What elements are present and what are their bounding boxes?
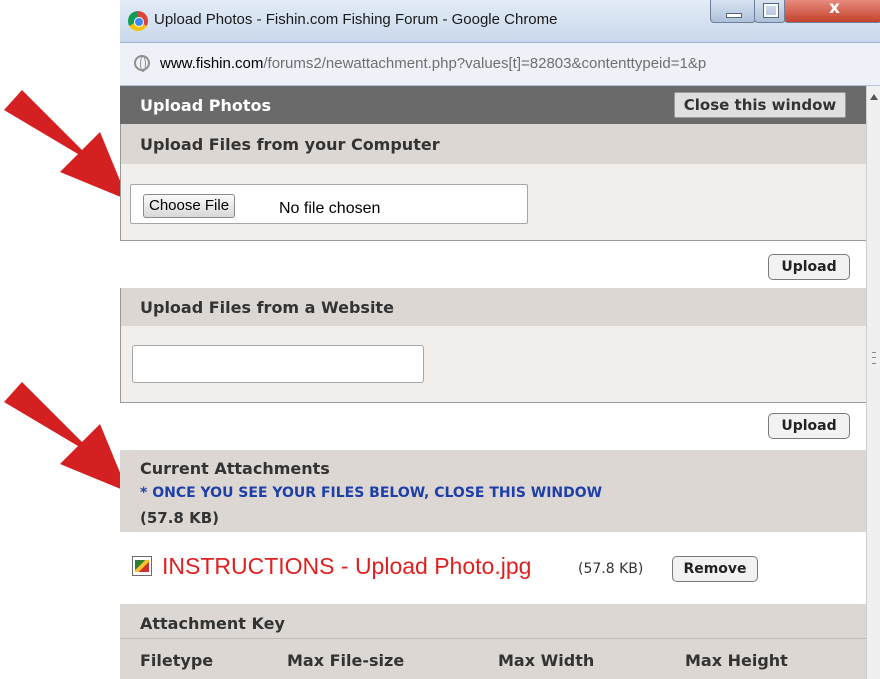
dialog-title: Upload Photos [140, 96, 272, 115]
vertical-scrollbar[interactable] [866, 86, 880, 679]
browser-window: Upload Photos - Fishin.com Fishing Forum… [120, 0, 880, 679]
dialog-header: Upload Photos Close this window [120, 86, 866, 124]
website-url-input[interactable] [132, 345, 424, 383]
section-frame [120, 288, 121, 402]
url-text[interactable]: www.fishin.com/forums2/newattachment.php… [160, 55, 706, 72]
computer-section-header: Upload Files from your Computer [120, 124, 866, 164]
remove-attachment-button[interactable]: Remove [672, 556, 758, 582]
scroll-up-arrow-icon[interactable] [870, 94, 878, 100]
globe-icon [134, 55, 150, 72]
red-arrow-icon [4, 382, 128, 492]
attachments-title: Current Attachments [140, 459, 330, 478]
website-section-header: Upload Files from a Website [120, 288, 866, 326]
title-bar: Upload Photos - Fishin.com Fishing Forum… [120, 0, 880, 43]
red-arrow-icon [4, 90, 128, 200]
file-input[interactable]: Choose File No file chosen [130, 184, 528, 224]
address-bar[interactable]: www.fishin.com/forums2/newattachment.php… [120, 43, 880, 86]
divider [120, 240, 866, 241]
column-header-max-file-size: Max File-size [287, 651, 405, 670]
upload-website-button[interactable]: Upload [768, 413, 850, 439]
close-icon: x [829, 0, 840, 18]
url-host: www.fishin.com [160, 55, 264, 72]
attachment-file-link[interactable]: INSTRUCTIONS - Upload Photo.jpg [162, 553, 531, 580]
upload-dialog: Upload Photos Close this window Upload F… [120, 86, 866, 679]
window-title: Upload Photos - Fishin.com Fishing Forum… [154, 11, 558, 28]
close-window-notice: * ONCE YOU SEE YOUR FILES BELOW, CLOSE T… [140, 485, 603, 501]
computer-section-title: Upload Files from your Computer [140, 135, 440, 154]
attachment-key-title: Attachment Key [140, 614, 285, 633]
column-header-max-width: Max Width [498, 651, 595, 670]
attachments-total-size: (57.8 KB) [140, 509, 219, 527]
section-frame [120, 124, 121, 241]
attachment-file-size: (57.8 KB) [578, 561, 644, 577]
url-path: /forums2/newattachment.php?values[t]=828… [263, 55, 707, 72]
maximize-button[interactable] [754, 0, 786, 23]
upload-computer-button[interactable]: Upload [768, 254, 850, 280]
website-section-title: Upload Files from a Website [140, 298, 394, 317]
close-this-window-button[interactable]: Close this window [674, 92, 846, 118]
minimize-icon [726, 13, 742, 18]
choose-file-button[interactable]: Choose File [143, 194, 236, 218]
minimize-button[interactable] [710, 0, 756, 23]
image-file-icon [132, 556, 152, 576]
maximize-icon [763, 3, 779, 18]
close-window-x-button[interactable]: x [784, 0, 880, 23]
divider [120, 638, 866, 639]
chrome-logo-icon [128, 11, 148, 31]
column-header-filetype: Filetype [140, 651, 214, 670]
column-header-max-height: Max Height [685, 651, 788, 670]
scroll-grip-icon [872, 352, 876, 364]
divider [120, 402, 866, 403]
no-file-chosen-text: No file chosen [279, 200, 381, 217]
